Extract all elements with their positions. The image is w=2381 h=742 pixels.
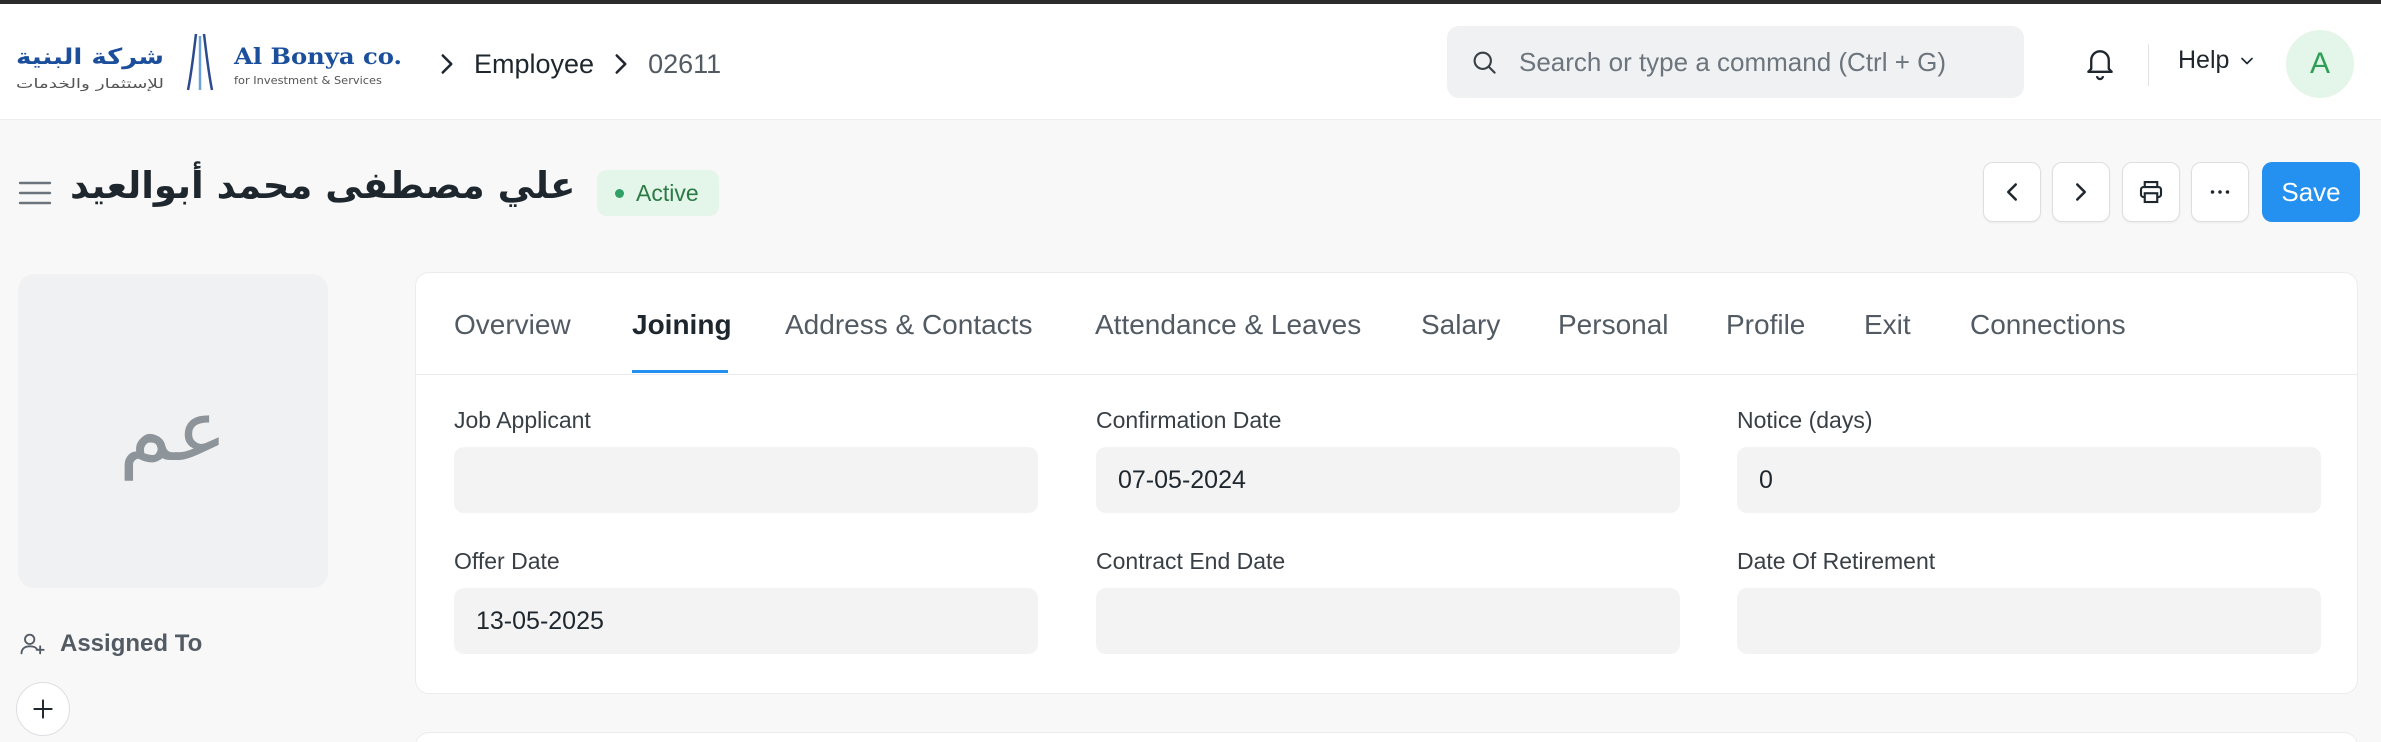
printer-icon <box>2139 180 2163 204</box>
company-logo[interactable]: شركة البنية للإستثمار والخدمات Al Bonya … <box>16 30 406 96</box>
bell-icon[interactable] <box>2082 44 2118 82</box>
assigned-label: Assigned To <box>60 630 203 657</box>
chevron-right-icon <box>2076 183 2086 201</box>
tab-profile[interactable]: Profile <box>1726 309 1805 341</box>
tab-exit[interactable]: Exit <box>1864 309 1911 341</box>
next-section-card <box>415 732 2358 742</box>
status-badge: Active <box>597 170 719 216</box>
svg-text:شركة البنية: شركة البنية <box>16 45 164 70</box>
form-tabs: Overview Joining Address & Contacts Atte… <box>416 273 2357 375</box>
employee-image[interactable]: عم <box>18 274 328 588</box>
previous-record-button[interactable] <box>1983 162 2041 222</box>
employee-form: Overview Joining Address & Contacts Atte… <box>415 272 2358 694</box>
notice-days-field[interactable]: 0 <box>1737 447 2321 513</box>
search-placeholder: Search or type a command (Ctrl + G) <box>1519 46 1946 77</box>
date-of-retirement-label: Date Of Retirement <box>1737 548 1936 574</box>
plus-icon <box>33 699 53 719</box>
hamburger-icon[interactable] <box>18 178 52 208</box>
offer-date-field[interactable]: 13-05-2025 <box>454 588 1038 654</box>
breadcrumb-current[interactable]: 02611 <box>648 49 721 80</box>
avatar-initials: عم <box>118 381 228 481</box>
page-title: علي مصطفى محمد أبوالعيد <box>70 164 576 207</box>
date-of-retirement-field[interactable] <box>1737 588 2321 654</box>
search-input[interactable]: Search or type a command (Ctrl + G) <box>1447 26 2024 98</box>
help-dropdown[interactable]: Help <box>2178 46 2257 75</box>
tab-address-contacts[interactable]: Address & Contacts <box>785 309 1032 341</box>
add-assignee-button[interactable] <box>16 682 70 736</box>
job-applicant-field[interactable] <box>454 447 1038 513</box>
user-avatar[interactable]: A <box>2286 30 2354 98</box>
tab-salary[interactable]: Salary <box>1421 309 1500 341</box>
offer-date-label: Offer Date <box>454 548 560 574</box>
more-icon <box>2210 190 2230 194</box>
job-applicant-label: Job Applicant <box>454 407 591 433</box>
svg-text:Al Bonya co.: Al Bonya co. <box>233 44 402 70</box>
next-record-button[interactable] <box>2052 162 2110 222</box>
confirmation-date-label: Confirmation Date <box>1096 407 1282 433</box>
assigned-to: Assigned To <box>18 630 202 658</box>
tab-personal[interactable]: Personal <box>1558 309 1669 341</box>
svg-text:للإستثمار والخدمات: للإستثمار والخدمات <box>16 77 164 92</box>
tab-overview[interactable]: Overview <box>454 309 571 341</box>
tab-connections[interactable]: Connections <box>1970 309 2126 341</box>
tab-joining[interactable]: Joining <box>632 309 732 341</box>
active-tab-indicator <box>632 370 728 373</box>
breadcrumb: Employee 02611 <box>420 40 721 88</box>
chevron-left-icon <box>2007 183 2017 201</box>
contract-end-date-label: Contract End Date <box>1096 548 1286 574</box>
user-plus-icon <box>20 633 45 655</box>
status-dot <box>615 188 624 198</box>
confirmation-date-field[interactable]: 07-05-2024 <box>1096 447 1680 513</box>
svg-text:for Investment & Services: for Investment & Services <box>234 74 382 87</box>
chevron-right-icon <box>441 54 453 74</box>
save-button[interactable]: Save <box>2262 162 2360 222</box>
help-label: Help <box>2178 46 2230 74</box>
chevron-right-icon <box>615 54 627 74</box>
tab-attendance-leaves[interactable]: Attendance & Leaves <box>1095 309 1361 341</box>
navbar: شركة البنية للإستثمار والخدمات Al Bonya … <box>0 4 2381 120</box>
nav-divider <box>2148 44 2149 86</box>
breadcrumb-employee[interactable]: Employee <box>474 49 594 80</box>
search-icon <box>1473 51 1496 74</box>
print-button[interactable] <box>2122 162 2180 222</box>
contract-end-date-field[interactable] <box>1096 588 1680 654</box>
more-actions-button[interactable] <box>2191 162 2249 222</box>
chevron-down-icon <box>2241 57 2254 64</box>
status-label: Active <box>636 179 699 206</box>
notice-days-label: Notice (days) <box>1737 407 1873 433</box>
